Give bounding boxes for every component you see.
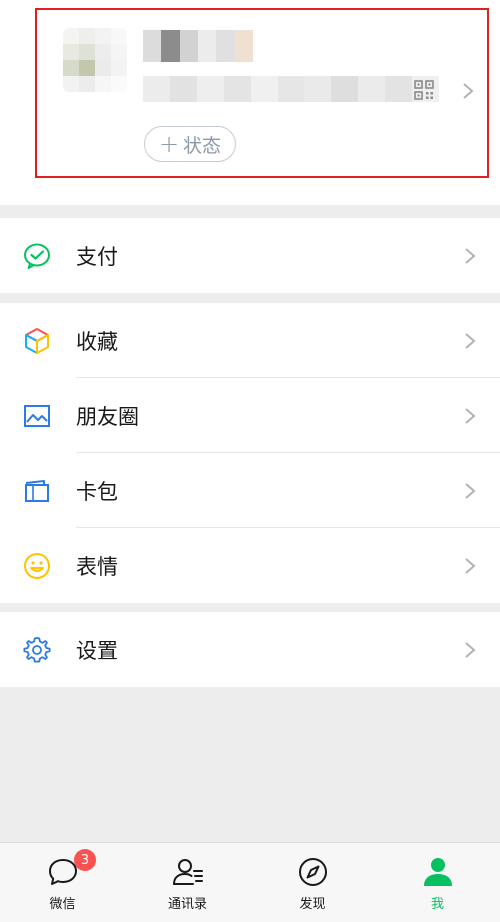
menu-item-moments[interactable]: 朋友圈 <box>0 378 500 453</box>
tab-me[interactable]: 我 <box>375 843 500 922</box>
unread-badge: 3 <box>74 849 96 871</box>
menu-label-cards: 卡包 <box>76 479 118 504</box>
bottom-tab-bar: 3 微信 通讯录 发现 我 <box>0 842 500 922</box>
tab-label-me: 我 <box>430 897 444 912</box>
compass-icon <box>298 858 327 886</box>
profile-header[interactable]: + 状态 <box>0 0 500 205</box>
tab-label-chats: 微信 <box>49 897 76 912</box>
menu-item-settings[interactable]: 设置 <box>0 612 500 687</box>
chevron-right-icon <box>465 332 476 349</box>
contacts-icon <box>172 859 203 885</box>
moments-photo-icon <box>24 404 50 427</box>
menu-label-stickers: 表情 <box>76 554 118 579</box>
tab-label-contacts: 通讯录 <box>167 897 207 912</box>
add-status-button[interactable]: + 状态 <box>144 126 236 162</box>
menu-label-pay: 支付 <box>76 244 118 269</box>
chevron-right-icon <box>465 407 476 424</box>
menu-item-cards[interactable]: 卡包 <box>0 453 500 528</box>
section-settings: 设置 <box>0 612 500 687</box>
person-icon <box>423 858 452 886</box>
section-pay: 支付 <box>0 218 500 293</box>
wechat-id-blurred <box>143 76 439 102</box>
section-services: 收藏 朋友圈 卡包 表情 <box>0 303 500 603</box>
me-screen: + 状态 支付 收藏 朋友圈 卡包 表情 设置 3 微信 通讯录 发现 我 <box>0 0 500 922</box>
menu-label-settings: 设置 <box>76 638 118 663</box>
chevron-right-icon <box>465 247 476 264</box>
card-wallet-icon <box>25 479 49 502</box>
chevron-right-icon <box>465 641 476 658</box>
wechat-pay-icon <box>24 243 50 269</box>
menu-label-favorites: 收藏 <box>76 329 118 354</box>
tab-discover[interactable]: 发现 <box>250 843 375 922</box>
tab-chats[interactable]: 3 微信 <box>0 843 125 922</box>
plus-icon: + <box>158 130 180 158</box>
favorites-cube-icon <box>25 327 49 354</box>
menu-item-favorites[interactable]: 收藏 <box>0 303 500 378</box>
status-label: 状态 <box>183 134 222 157</box>
qr-code-icon[interactable] <box>414 80 434 100</box>
smiley-icon <box>24 552 50 579</box>
chevron-right-icon <box>465 482 476 499</box>
menu-item-stickers[interactable]: 表情 <box>0 528 500 603</box>
chevron-right-icon <box>465 557 476 574</box>
menu-label-moments: 朋友圈 <box>76 404 139 429</box>
tab-label-discover: 发现 <box>299 897 326 912</box>
gear-icon <box>23 636 51 662</box>
menu-item-pay[interactable]: 支付 <box>0 218 500 293</box>
tab-contacts[interactable]: 通讯录 <box>125 843 250 922</box>
nickname-blurred <box>143 30 253 62</box>
chevron-right-icon <box>463 83 474 99</box>
avatar[interactable] <box>63 28 127 92</box>
